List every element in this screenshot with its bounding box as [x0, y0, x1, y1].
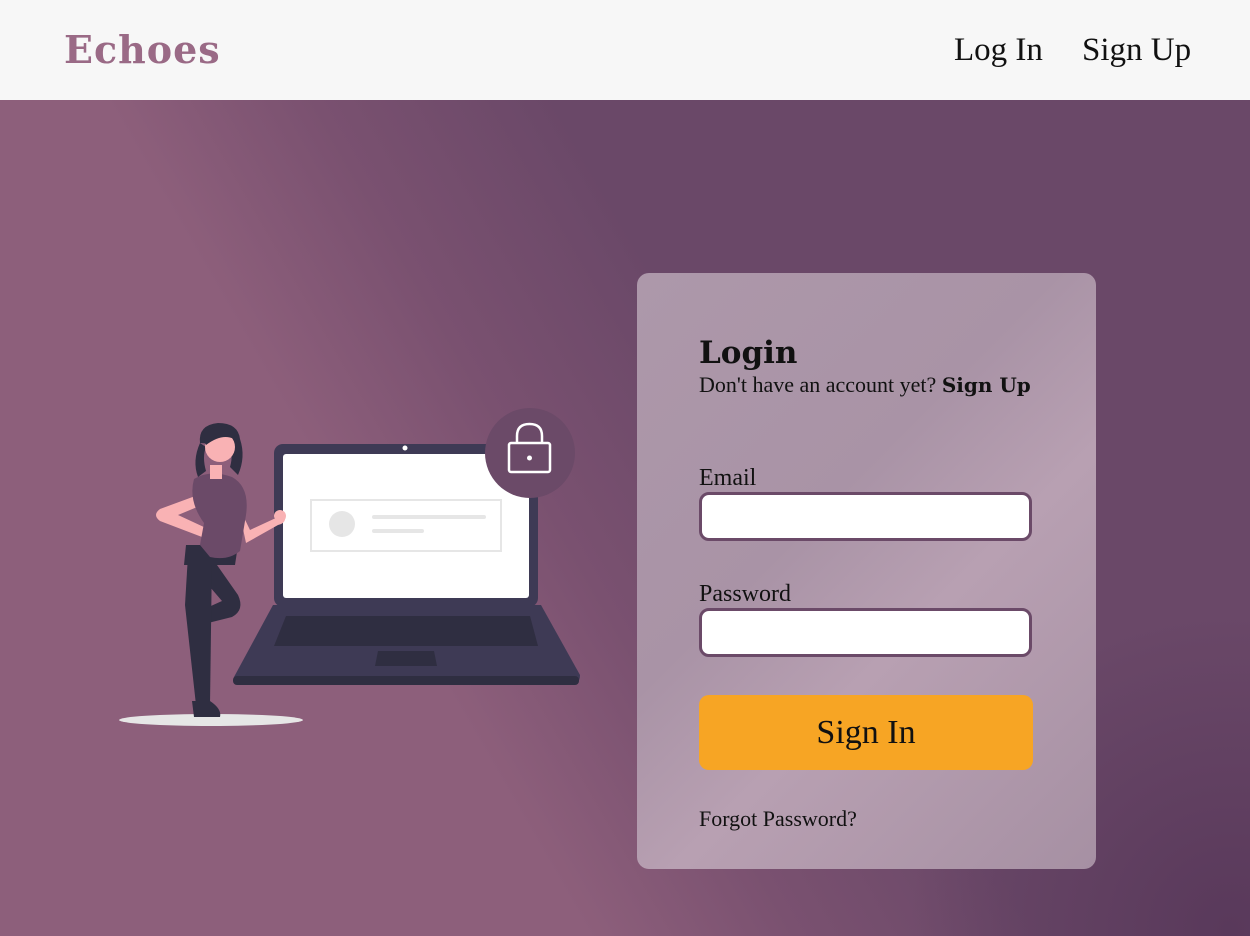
- nav-signup-link[interactable]: Sign Up: [1082, 30, 1191, 70]
- brand-logo[interactable]: Echoes: [64, 26, 221, 74]
- login-illustration: [119, 408, 580, 726]
- forgot-password-link[interactable]: Forgot Password?: [699, 805, 857, 833]
- login-title: Login: [699, 335, 798, 371]
- top-navbar: Echoes Log In Sign Up: [0, 0, 1250, 100]
- password-label: Password: [699, 581, 792, 607]
- signup-link[interactable]: Sign Up: [942, 373, 1031, 397]
- email-label: Email: [699, 465, 757, 491]
- password-field[interactable]: [699, 608, 1032, 657]
- lock-badge: [485, 408, 575, 498]
- screen-avatar-placeholder: [329, 511, 355, 537]
- sign-in-button[interactable]: Sign In: [699, 695, 1033, 770]
- laptop-camera: [402, 445, 408, 451]
- screen-line-2: [372, 529, 424, 533]
- signup-prompt-text: Don't have an account yet?: [699, 372, 942, 397]
- screen-line-1: [372, 515, 486, 519]
- lock-keyhole: [527, 455, 532, 461]
- login-card: Login Don't have an account yet? Sign Up…: [637, 273, 1096, 869]
- email-field[interactable]: [699, 492, 1032, 541]
- signup-prompt: Don't have an account yet? Sign Up: [699, 371, 1039, 399]
- nav-login-link[interactable]: Log In: [954, 30, 1043, 70]
- laptop-trackpad: [375, 651, 437, 666]
- laptop-base-edge: [233, 676, 579, 685]
- laptop-keyboard: [274, 616, 538, 646]
